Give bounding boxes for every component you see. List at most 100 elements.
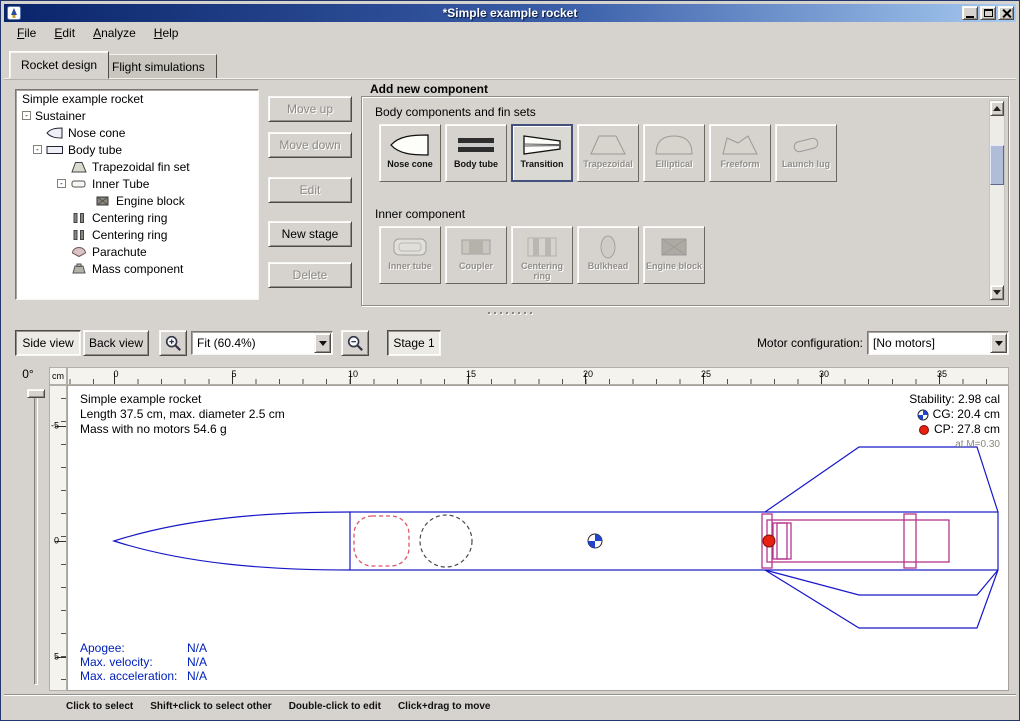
scroll-thumb[interactable] xyxy=(990,145,1004,185)
rocket-canvas[interactable]: Simple example rocket Length 37.5 cm, ma… xyxy=(67,385,1009,691)
delete-button[interactable]: Delete xyxy=(268,262,352,288)
tree-item-body-tube[interactable]: - Body tube xyxy=(16,141,258,158)
close-button[interactable] xyxy=(998,6,1014,20)
hint-click-select: Click to select xyxy=(66,701,133,712)
add-engine-block-button[interactable]: Engine block xyxy=(643,226,705,284)
move-up-button[interactable]: Move up xyxy=(268,96,352,122)
menu-file[interactable]: File xyxy=(8,23,45,43)
scroll-down-button[interactable] xyxy=(990,285,1004,300)
flight-data-block: Apogee:N/A Max. velocity:N/A Max. accele… xyxy=(80,641,207,683)
engine-block-icon xyxy=(652,232,696,262)
splitter-handle[interactable] xyxy=(1,309,1019,317)
back-view-button[interactable]: Back view xyxy=(83,330,149,356)
new-stage-button[interactable]: New stage xyxy=(268,221,352,247)
rotation-angle-label: 0° xyxy=(13,367,43,381)
rocket-mass: Mass with no motors 54.6 g xyxy=(80,422,285,437)
mass-component-shape[interactable] xyxy=(420,515,472,567)
collapse-icon[interactable]: - xyxy=(22,111,31,120)
tree-item-mass-component[interactable]: Mass component xyxy=(16,260,258,277)
add-inner-tube-button[interactable]: Inner tube xyxy=(379,226,441,284)
horizontal-ruler: 0 5 10 15 20 25 30 35 xyxy=(67,367,1009,385)
cg-marker[interactable] xyxy=(588,534,602,548)
tree-item-centering-ring-1[interactable]: Centering ring xyxy=(16,209,258,226)
add-launch-lug-button[interactable]: Launch lug xyxy=(775,124,837,182)
edit-button[interactable]: Edit xyxy=(268,177,352,203)
rotation-slider-knob[interactable] xyxy=(27,389,45,398)
cp-marker[interactable] xyxy=(763,535,775,547)
elliptical-fin-icon xyxy=(652,130,696,160)
add-transition-button[interactable]: Transition xyxy=(511,124,573,182)
centering-ring-icon xyxy=(70,229,88,241)
zoom-out-icon xyxy=(346,334,364,352)
parachute-icon xyxy=(70,246,88,258)
parachute-shape[interactable] xyxy=(354,516,409,566)
fin-top-shape[interactable] xyxy=(765,447,998,512)
tree-item-nose-cone[interactable]: Nose cone xyxy=(16,124,258,141)
tab-rocket-design[interactable]: Rocket design xyxy=(9,51,109,79)
add-elliptical-fin-button[interactable]: Elliptical xyxy=(643,124,705,182)
window-title: *Simple example rocket xyxy=(4,6,1016,20)
rotation-slider-track[interactable] xyxy=(34,393,38,685)
body-components-label: Body components and fin sets xyxy=(375,105,536,119)
inner-tube-icon xyxy=(388,232,432,262)
tab-flight-simulations[interactable]: Flight simulations xyxy=(100,54,217,79)
side-view-button[interactable]: Side view xyxy=(15,330,81,356)
minimize-button[interactable] xyxy=(962,6,978,20)
collapse-icon[interactable]: - xyxy=(57,179,66,188)
coupler-icon xyxy=(454,232,498,262)
motor-configuration-select[interactable]: [No motors] xyxy=(867,331,1009,355)
engine-block-shape[interactable] xyxy=(773,523,791,559)
minimize-icon xyxy=(966,16,974,18)
cp-icon xyxy=(918,424,930,436)
body-tube-shape[interactable] xyxy=(350,512,998,570)
maximize-button[interactable] xyxy=(980,6,996,20)
tree-item-engine-block[interactable]: Engine block xyxy=(16,192,258,209)
stage-1-toggle[interactable]: Stage 1 xyxy=(387,330,441,356)
tree-item-fin-set[interactable]: Trapezoidal fin set xyxy=(16,158,258,175)
title-bar[interactable]: *Simple example rocket xyxy=(4,4,1016,22)
component-panel-scrollbar[interactable] xyxy=(989,100,1005,301)
add-bulkhead-button[interactable]: Bulkhead xyxy=(577,226,639,284)
tree-item-inner-tube[interactable]: - Inner Tube xyxy=(16,175,258,192)
add-nose-cone-button[interactable]: Nose cone xyxy=(379,124,441,182)
collapse-icon[interactable]: - xyxy=(33,145,42,154)
apogee-value: N/A xyxy=(187,641,207,655)
stability-block: Stability: 2.98 cal CG: 20.4 cm CP: 27.8… xyxy=(909,392,1000,452)
arrow-down-icon xyxy=(993,290,1001,295)
inner-tube-icon xyxy=(70,178,88,190)
combo-dropdown-button[interactable] xyxy=(314,333,331,353)
engine-block-icon xyxy=(94,195,112,207)
hint-double-click: Double-click to edit xyxy=(289,701,381,712)
max-acceleration-label: Max. acceleration: xyxy=(80,669,187,683)
component-tree[interactable]: Simple example rocket - Sustainer Nose c… xyxy=(15,89,259,300)
nose-cone-shape[interactable] xyxy=(114,512,350,570)
inner-tube-shape[interactable] xyxy=(767,520,949,562)
zoom-in-button[interactable] xyxy=(159,330,187,356)
centering-ring-rear-shape[interactable] xyxy=(904,514,916,568)
zoom-level-select[interactable]: Fit (60.4%) xyxy=(191,331,333,355)
tree-item-rocket[interactable]: Simple example rocket xyxy=(16,90,258,107)
arrow-up-icon xyxy=(993,106,1001,111)
move-down-button[interactable]: Move down xyxy=(268,132,352,158)
combo-dropdown-button[interactable] xyxy=(990,333,1007,353)
menu-analyze[interactable]: Analyze xyxy=(84,23,145,43)
tree-item-sustainer[interactable]: - Sustainer xyxy=(16,107,258,124)
add-coupler-button[interactable]: Coupler xyxy=(445,226,507,284)
add-body-tube-button[interactable]: Body tube xyxy=(445,124,507,182)
trapezoidal-fin-icon xyxy=(586,130,630,160)
tree-actions: Move up Move down Edit New stage Delete xyxy=(268,96,352,296)
trapezoidal-fin-icon xyxy=(70,161,88,173)
add-trapezoidal-fin-button[interactable]: Trapezoidal xyxy=(577,124,639,182)
menu-help[interactable]: Help xyxy=(145,23,188,43)
add-centering-ring-button[interactable]: Centering ring xyxy=(511,226,573,284)
zoom-out-button[interactable] xyxy=(341,330,369,356)
close-icon xyxy=(1002,9,1011,18)
cg-value: CG: 20.4 cm xyxy=(933,407,1000,422)
scroll-up-button[interactable] xyxy=(990,101,1004,116)
add-freeform-fin-button[interactable]: Freeform xyxy=(709,124,771,182)
tree-item-centering-ring-2[interactable]: Centering ring xyxy=(16,226,258,243)
tree-item-parachute[interactable]: Parachute xyxy=(16,243,258,260)
max-acceleration-value: N/A xyxy=(187,669,207,683)
menu-edit[interactable]: Edit xyxy=(45,23,84,43)
apogee-label: Apogee: xyxy=(80,641,187,655)
